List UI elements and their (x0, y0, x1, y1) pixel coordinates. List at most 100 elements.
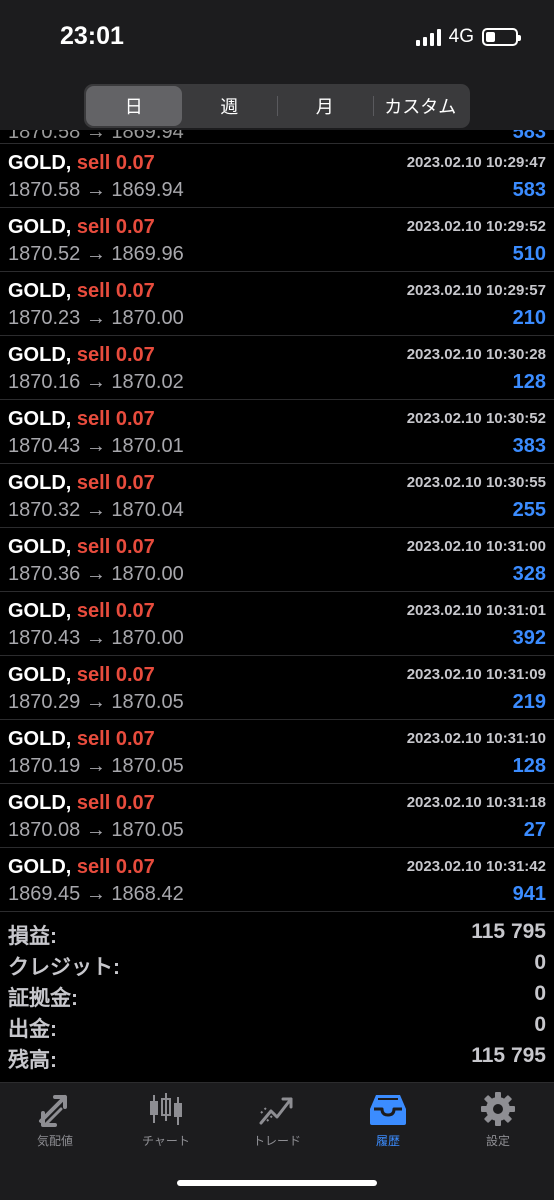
trade-title: GOLD, sell 0.07 (8, 471, 155, 495)
trade-side-volume: sell 0.07 (76, 600, 155, 622)
trade-prices: 1870.43 → 1870.01 (8, 435, 184, 457)
summary-profit-label: 損益: (8, 925, 57, 948)
trade-datetime: 2023.02.10 10:31:10 (406, 730, 546, 747)
tab-month[interactable]: 月 (277, 86, 373, 126)
trade-row[interactable]: GOLD, sell 0.07 2023.02.10 10:31:09 1870.2… (0, 656, 554, 720)
trade-side-volume: sell 0.07 (76, 472, 155, 494)
trade-title: GOLD, sell 0.07 (8, 727, 155, 751)
trade-symbol: GOLD, (8, 856, 72, 878)
trade-title: GOLD, sell 0.07 (8, 535, 155, 559)
trade-prices: 1870.58 → 1869.94 (8, 179, 184, 201)
trade-datetime: 2023.02.10 10:31:09 (406, 666, 546, 683)
nav-chart[interactable]: チャート (116, 1091, 216, 1161)
trade-side-volume: sell 0.07 (76, 408, 155, 430)
trade-symbol: GOLD, (8, 664, 72, 686)
trade-profit: 583 (512, 130, 546, 143)
trade-profit: 510 (512, 243, 546, 265)
tab-custom[interactable]: カスタム (372, 86, 469, 126)
tab-week[interactable]: 週 (182, 86, 278, 126)
trade-profit: 383 (512, 435, 546, 457)
trade-row[interactable]: GOLD, sell 0.07 2023.02.10 10:30:52 1870.4… (0, 400, 554, 464)
trade-title: GOLD, sell 0.07 (8, 215, 155, 239)
status-bar: 23:01 4G (0, 0, 554, 80)
trade-symbol: GOLD, (8, 792, 72, 814)
trade-prices: 1870.52 → 1869.96 (8, 243, 184, 265)
trade-title: GOLD, sell 0.07 (8, 151, 155, 175)
quotes-arrows-icon (39, 1095, 67, 1127)
trade-profit: 128 (512, 755, 546, 777)
trade-title: GOLD, sell 0.07 (8, 279, 155, 303)
trade-row[interactable]: GOLD, sell 0.07 2023.02.10 10:30:55 1870.3… (0, 464, 554, 528)
nav-trade[interactable]: トレード (227, 1091, 327, 1161)
trade-title: GOLD, sell 0.07 (8, 855, 155, 879)
summary-margin-label: 証拠金: (8, 987, 78, 1010)
trade-side-volume: sell 0.07 (76, 856, 155, 878)
trade-row[interactable]: GOLD, sell 0.07 2023.02.10 10:31:00 1870.3… (0, 528, 554, 592)
trade-datetime: 2023.02.10 10:29:57 (406, 282, 546, 299)
trade-side-volume: sell 0.07 (76, 280, 155, 302)
trade-datetime: 2023.02.10 10:29:47 (406, 154, 546, 171)
cellular-signal-icon (415, 28, 441, 46)
nav-settings[interactable]: 設定 (448, 1091, 548, 1161)
trade-row[interactable]: GOLD, sell 0.07 2023.02.10 10:31:10 1870.1… (0, 720, 554, 784)
trade-profit: 941 (512, 883, 546, 905)
trade-datetime: 2023.02.10 10:30:28 (406, 346, 546, 363)
summary-withdrawal-row: 出金: 0 (0, 1009, 554, 1041)
summary-credit-row: クレジット: 0 (0, 947, 554, 979)
trade-symbol: GOLD, (8, 472, 72, 494)
trade-history-list[interactable]: 1870.58 → 1869.94 583 GOLD, sell 0.07 202… (0, 130, 554, 912)
nav-trade-label: トレード (252, 1134, 301, 1148)
trade-prices: 1870.16 → 1870.02 (8, 371, 184, 393)
trade-profit: 328 (512, 563, 546, 585)
home-indicator (177, 1180, 377, 1186)
nav-quotes[interactable]: 気配値 (5, 1091, 105, 1161)
trade-title: GOLD, sell 0.07 (8, 343, 155, 367)
trade-datetime: 2023.02.10 10:31:18 (406, 794, 546, 811)
account-summary: 損益: 115 795 クレジット: 0 証拠金: 0 出金: 0 残高: 11… (0, 916, 554, 1072)
summary-profit-row: 損益: 115 795 (0, 916, 554, 948)
trade-row[interactable]: GOLD, sell 0.07 2023.02.10 10:31:01 1870.4… (0, 592, 554, 656)
summary-credit-label: クレジット: (8, 956, 120, 979)
trade-row[interactable]: GOLD, sell 0.07 2023.02.10 10:31:42 1869.4… (0, 848, 554, 912)
trade-prices: 1870.32 → 1870.04 (8, 499, 184, 521)
summary-margin-row: 証拠金: 0 (0, 978, 554, 1010)
trade-profit: 128 (512, 371, 546, 393)
trade-symbol: GOLD, (8, 600, 72, 622)
trade-profit: 210 (512, 307, 546, 329)
candlestick-chart-icon (150, 1093, 182, 1125)
trade-symbol: GOLD, (8, 344, 72, 366)
trade-symbol: GOLD, (8, 408, 72, 430)
trade-side-volume: sell 0.07 (76, 152, 155, 174)
trade-profit: 27 (523, 819, 546, 841)
nav-chart-label: チャート (142, 1134, 190, 1148)
battery-icon (482, 28, 521, 46)
trade-profit: 255 (512, 499, 546, 521)
trade-side-volume: sell 0.07 (76, 216, 155, 238)
summary-withdrawal-value: 0 (534, 1013, 546, 1036)
summary-withdrawal-label: 出金: (8, 1018, 57, 1041)
partial-trade-row[interactable]: 1870.58 → 1869.94 583 (0, 130, 554, 144)
trade-row[interactable]: GOLD, sell 0.07 2023.02.10 10:30:28 1870.1… (0, 336, 554, 400)
trade-row[interactable]: GOLD, sell 0.07 2023.02.10 10:29:47 1870.5… (0, 144, 554, 208)
gear-icon (481, 1092, 515, 1126)
trade-prices: 1870.23 → 1870.00 (8, 307, 184, 329)
trade-symbol: GOLD, (8, 536, 72, 558)
trade-prices: 1870.08 → 1870.05 (8, 819, 184, 841)
period-tab-header: 日 週 月 カスタム (0, 80, 554, 130)
trade-prices: 1870.36 → 1870.00 (8, 563, 184, 585)
trade-side-volume: sell 0.07 (76, 344, 155, 366)
trade-symbol: GOLD, (8, 728, 72, 750)
trade-symbol: GOLD, (8, 152, 72, 174)
summary-credit-value: 0 (534, 951, 546, 974)
tab-day[interactable]: 日 (86, 86, 182, 126)
trade-datetime: 2023.02.10 10:31:42 (406, 858, 546, 875)
trade-row[interactable]: GOLD, sell 0.07 2023.02.10 10:31:18 1870.0… (0, 784, 554, 848)
trade-title: GOLD, sell 0.07 (8, 791, 155, 815)
trade-row[interactable]: GOLD, sell 0.07 2023.02.10 10:29:52 1870.5… (0, 208, 554, 272)
trade-side-volume: sell 0.07 (76, 792, 155, 814)
nav-history-label: 履歴 (375, 1134, 400, 1148)
trade-symbol: GOLD, (8, 216, 72, 238)
trade-datetime: 2023.02.10 10:31:01 (406, 602, 546, 619)
nav-history[interactable]: 履歴 (338, 1091, 438, 1161)
trade-row[interactable]: GOLD, sell 0.07 2023.02.10 10:29:57 1870.2… (0, 272, 554, 336)
